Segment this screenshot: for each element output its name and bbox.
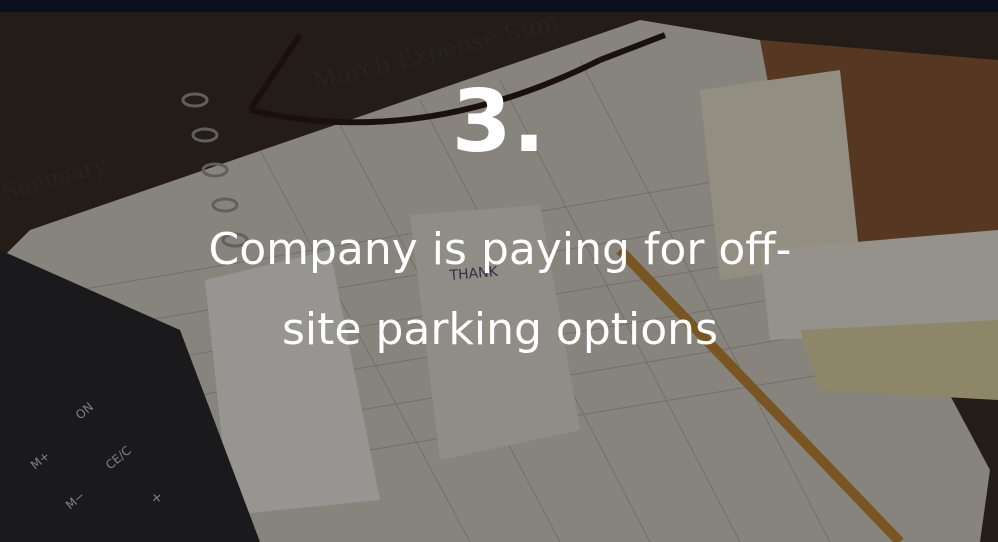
slide: March Expense Sum Summary THANK ON M+ CE… — [0, 0, 998, 542]
slide-caption: Company is paying for off-site parking o… — [208, 224, 792, 355]
slide-number: 3. — [451, 72, 547, 172]
top-bar — [0, 0, 998, 12]
